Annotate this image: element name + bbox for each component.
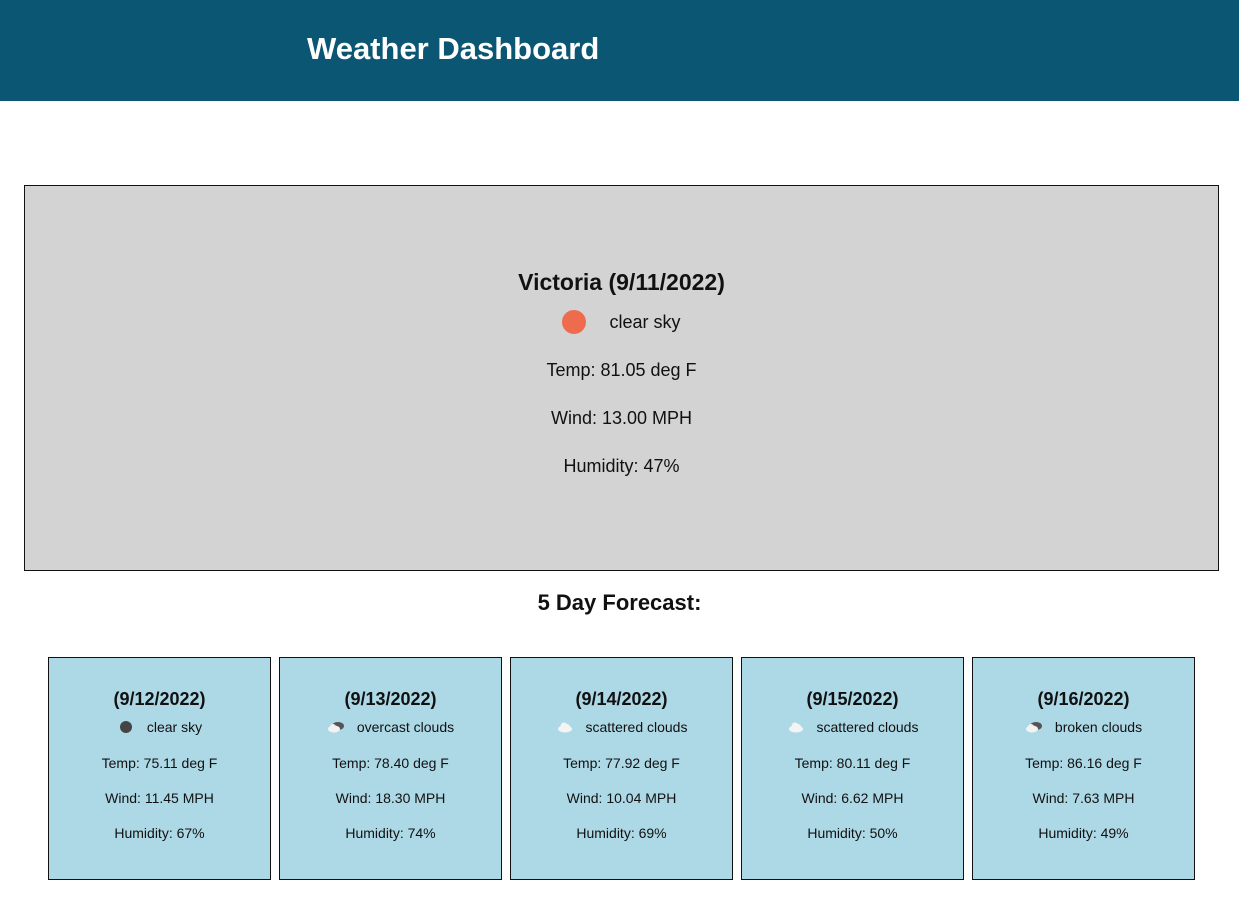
forecast-temp: Temp: 75.11 deg F xyxy=(101,755,218,771)
forecast-description: overcast clouds xyxy=(356,719,455,735)
sun-icon xyxy=(562,310,587,334)
forecast-wind: Wind: 7.63 MPH xyxy=(1032,790,1135,806)
forecast-humidity: Humidity: 49% xyxy=(1038,825,1129,841)
forecast-humidity: Humidity: 69% xyxy=(576,825,667,841)
forecast-condition: scattered clouds xyxy=(742,718,963,736)
current-city-date: Victoria (9/11/2022) xyxy=(518,269,725,295)
forecast-date: (9/16/2022) xyxy=(1037,689,1130,709)
forecast-date: (9/15/2022) xyxy=(806,689,899,709)
forecast-humidity: Humidity: 50% xyxy=(807,825,898,841)
forecast-card: (9/15/2022) scattered clouds Temp: 80.11… xyxy=(741,657,964,880)
forecast-condition: broken clouds xyxy=(973,718,1194,736)
forecast-wind: Wind: 11.45 MPH xyxy=(105,790,214,806)
forecast-title: 5 Day Forecast: xyxy=(537,590,702,615)
forecast-description: broken clouds xyxy=(1054,719,1143,735)
forecast-date: (9/14/2022) xyxy=(575,689,668,709)
forecast-temp: Temp: 78.40 deg F xyxy=(332,755,449,771)
current-weather-panel: Victoria (9/11/2022) clear sky Temp: 81.… xyxy=(24,185,1219,571)
forecast-description: scattered clouds xyxy=(816,719,919,735)
forecast-wind: Wind: 18.30 MPH xyxy=(335,790,446,806)
overcast-clouds-icon xyxy=(327,720,345,734)
forecast-humidity: Humidity: 74% xyxy=(345,825,436,841)
broken-clouds-icon xyxy=(1025,720,1043,734)
forecast-card: (9/16/2022) broken clouds Temp: 86.16 de… xyxy=(972,657,1195,880)
scattered-clouds-icon xyxy=(556,720,574,734)
forecast-card: (9/13/2022) overcast clouds Temp: 78.40 … xyxy=(279,657,502,880)
forecast-wind: Wind: 6.62 MPH xyxy=(801,790,904,806)
forecast-card: (9/14/2022) scattered clouds Temp: 77.92… xyxy=(510,657,733,880)
forecast-condition: clear sky xyxy=(49,718,270,736)
forecast-description: scattered clouds xyxy=(585,719,688,735)
forecast-condition: overcast clouds xyxy=(280,718,501,736)
current-temp: Temp: 81.05 deg F xyxy=(546,360,697,380)
forecast-condition: scattered clouds xyxy=(511,718,732,736)
forecast-date: (9/12/2022) xyxy=(113,689,206,709)
forecast-date: (9/13/2022) xyxy=(344,689,437,709)
current-humidity: Humidity: 47% xyxy=(563,456,680,476)
scattered-clouds-icon xyxy=(787,720,805,734)
forecast-card: (9/12/2022) clear sky Temp: 75.11 deg F … xyxy=(48,657,271,880)
current-condition: clear sky xyxy=(25,309,1218,335)
page-header: Weather Dashboard xyxy=(0,0,1239,101)
forecast-temp: Temp: 80.11 deg F xyxy=(794,755,911,771)
forecast-wind: Wind: 10.04 MPH xyxy=(566,790,677,806)
forecast-description: clear sky xyxy=(146,719,203,735)
forecast-humidity: Humidity: 67% xyxy=(114,825,205,841)
forecast-temp: Temp: 86.16 deg F xyxy=(1025,755,1142,771)
page-title: Weather Dashboard xyxy=(307,31,600,66)
current-description: clear sky xyxy=(609,311,681,332)
moon-icon xyxy=(117,720,135,734)
current-wind: Wind: 13.00 MPH xyxy=(550,408,693,428)
forecast-temp: Temp: 77.92 deg F xyxy=(563,755,680,771)
